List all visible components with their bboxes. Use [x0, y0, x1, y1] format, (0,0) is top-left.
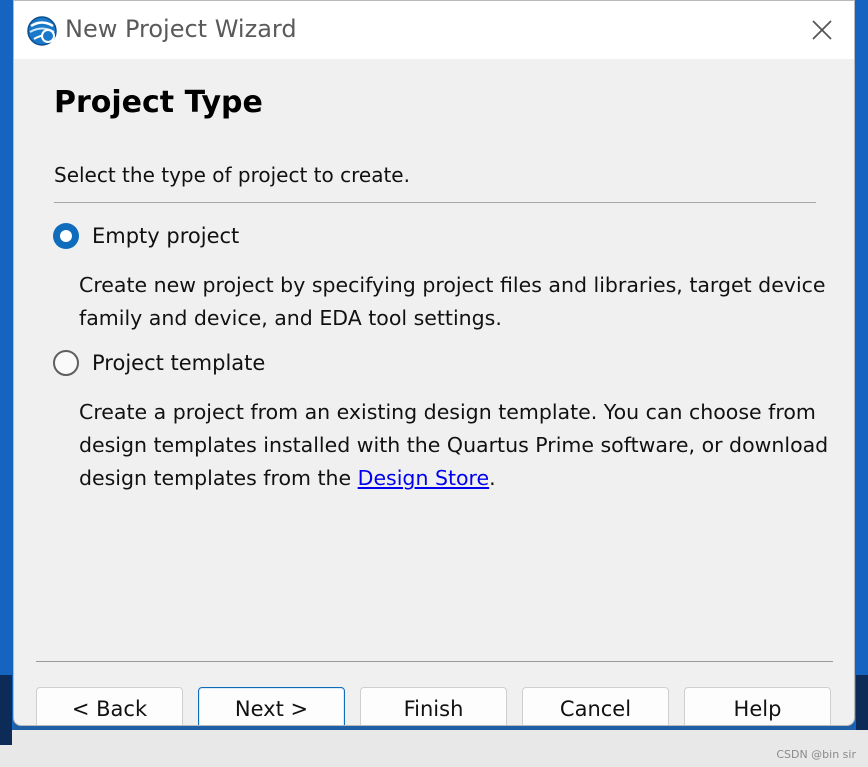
watermark: CSDN @bin sir	[776, 748, 856, 761]
design-store-link[interactable]: Design Store	[358, 466, 489, 490]
template-description-end: .	[489, 466, 496, 490]
project-template-description: Create a project from an existing design…	[79, 396, 839, 495]
cancel-button[interactable]: Cancel	[522, 687, 669, 725]
radio-option-empty-project[interactable]: Empty project	[53, 223, 239, 249]
page-title: Project Type	[54, 85, 263, 120]
radio-label-project-template[interactable]: Project template	[92, 351, 265, 375]
background-panel-left	[0, 675, 12, 745]
new-project-wizard-dialog: New Project Wizard Project Type Select t…	[13, 0, 855, 726]
back-button[interactable]: < Back	[36, 687, 183, 725]
title-bar[interactable]: New Project Wizard	[14, 1, 854, 59]
background-desktop-bottom	[0, 730, 868, 767]
background-panel-right	[856, 675, 868, 730]
header-divider	[54, 202, 816, 203]
background-desktop-left	[0, 0, 14, 767]
close-icon[interactable]	[808, 16, 836, 44]
radio-option-project-template[interactable]: Project template	[53, 350, 265, 376]
page-subtitle: Select the type of project to create.	[54, 163, 410, 187]
finish-button[interactable]: Finish	[360, 687, 507, 725]
footer-divider	[36, 661, 833, 662]
radio-button-unchecked[interactable]	[53, 350, 79, 376]
window-title: New Project Wizard	[65, 15, 297, 43]
empty-project-description: Create new project by specifying project…	[79, 273, 826, 330]
quartus-globe-icon	[27, 16, 57, 46]
next-button[interactable]: Next >	[198, 687, 345, 725]
help-button[interactable]: Help	[684, 687, 831, 725]
background-desktop-right	[854, 0, 868, 767]
radio-button-checked[interactable]	[53, 223, 79, 249]
radio-label-empty-project[interactable]: Empty project	[92, 224, 239, 248]
